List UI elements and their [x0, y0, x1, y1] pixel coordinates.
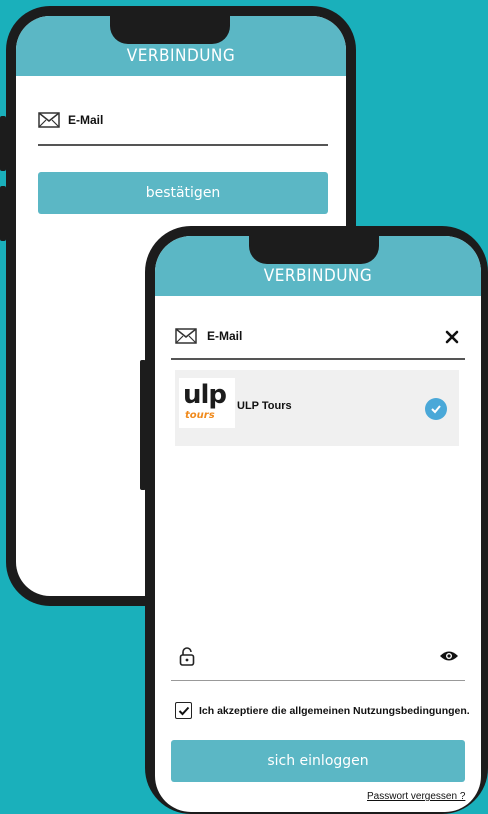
page-title: VERBINDUNG	[263, 266, 373, 286]
eye-icon[interactable]	[439, 649, 459, 663]
ulp-tours-logo: ulp tours	[179, 378, 235, 428]
terms-checkbox[interactable]	[175, 702, 192, 719]
side-button	[0, 116, 6, 171]
front-phone-frame: VERBINDUNG E-Mail ulp tours ULP Tours Ic…	[145, 226, 488, 814]
lock-icon	[179, 647, 195, 666]
account-name: ULP Tours	[237, 400, 292, 412]
side-button	[0, 186, 6, 241]
logo-text-top: ulp	[183, 380, 227, 410]
login-button[interactable]: sich einloggen	[171, 740, 465, 782]
email-field[interactable]: E-Mail	[38, 112, 103, 128]
check-icon	[178, 706, 189, 715]
email-label: E-Mail	[207, 329, 243, 343]
forgot-password-link[interactable]: Passwort vergessen ?	[367, 791, 465, 802]
email-field[interactable]: E-Mail	[175, 328, 242, 344]
logo-text-bottom: tours	[185, 410, 215, 421]
front-phone-screen: VERBINDUNG E-Mail ulp tours ULP Tours Ic…	[155, 236, 481, 812]
check-icon	[431, 405, 441, 414]
mail-icon	[38, 112, 60, 128]
email-underline	[38, 144, 328, 146]
page-title: VERBINDUNG	[126, 46, 236, 66]
account-list-item[interactable]: ulp tours ULP Tours	[175, 370, 459, 446]
terms-label: Ich akzeptiere die allgemeinen Nutzungsb…	[199, 704, 470, 717]
email-underline	[171, 358, 465, 360]
mail-icon	[175, 328, 197, 344]
email-label: E-Mail	[68, 113, 104, 127]
selected-check	[425, 398, 447, 420]
close-icon[interactable]	[445, 330, 459, 344]
terms-row[interactable]: Ich akzeptiere die allgemeinen Nutzungsb…	[175, 702, 470, 719]
password-underline	[171, 680, 465, 681]
back-notch	[110, 16, 230, 44]
confirm-button[interactable]: bestätigen	[38, 172, 328, 214]
front-notch	[249, 236, 379, 264]
